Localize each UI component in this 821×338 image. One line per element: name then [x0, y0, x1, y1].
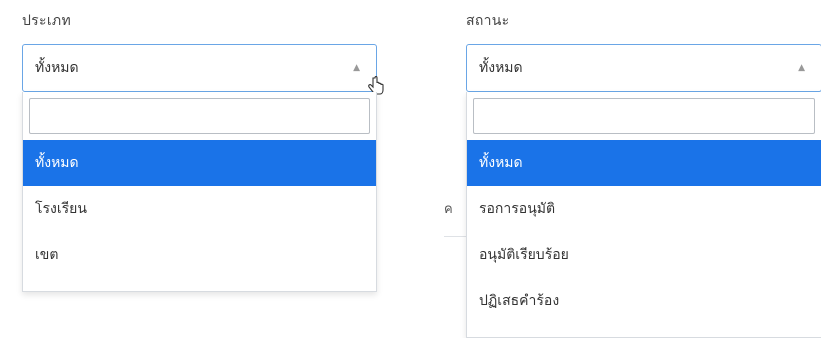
type-option-school[interactable]: โรงเรียน	[23, 186, 376, 232]
type-search-input[interactable]	[29, 98, 370, 134]
chevron-down-icon: ▲	[798, 63, 805, 73]
status-option-all[interactable]: ทั้งหมด	[467, 140, 821, 186]
chevron-down-icon: ▲	[353, 63, 360, 73]
status-option-approved[interactable]: อนุมัติเรียบร้อย	[467, 232, 821, 278]
status-filter-label: สถานะ	[466, 13, 510, 29]
status-search-input[interactable]	[473, 98, 815, 134]
type-select-value: ทั้งหมด	[35, 60, 79, 76]
filter-panel: ประเภท ทั้งหมด ▲ ทั้งหมด โรงเรียน เขต ค …	[0, 0, 821, 338]
status-option-rejected[interactable]: ปฏิเสธคำร้อง	[467, 278, 821, 324]
status-select-value: ทั้งหมด	[479, 60, 523, 76]
type-option-district[interactable]: เขต	[23, 232, 376, 278]
type-filter-label: ประเภท	[22, 13, 71, 29]
status-select[interactable]: ทั้งหมด ▲	[466, 44, 821, 92]
type-option-all[interactable]: ทั้งหมด	[23, 140, 376, 186]
status-search-wrap	[467, 92, 821, 140]
type-search-wrap	[23, 92, 376, 140]
status-option-pending[interactable]: รอการอนุมัติ	[467, 186, 821, 232]
divider	[444, 236, 468, 237]
status-dropdown: ทั้งหมด รอการอนุมัติ อนุมัติเรียบร้อย ปฏ…	[466, 92, 821, 338]
type-dropdown: ทั้งหมด โรงเรียน เขต	[22, 92, 377, 292]
type-select[interactable]: ทั้งหมด ▲	[22, 44, 377, 92]
hidden-label: ค	[444, 202, 453, 217]
